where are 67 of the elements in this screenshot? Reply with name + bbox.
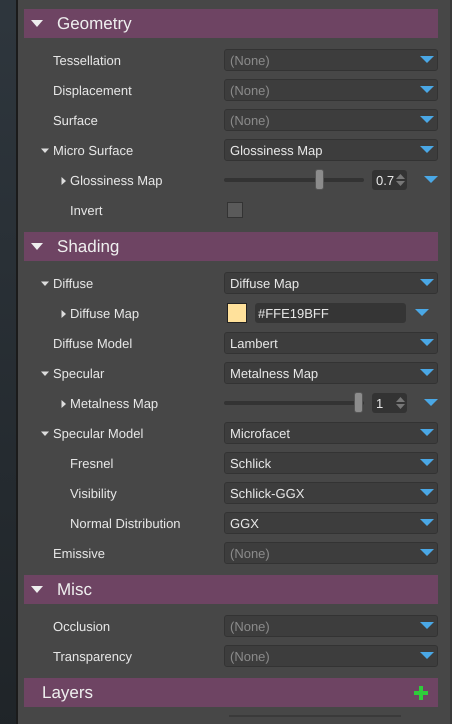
color-swatch[interactable]: [227, 303, 247, 323]
section-header[interactable]: Misc: [24, 575, 438, 604]
collapse-arrow-icon[interactable]: [41, 146, 49, 154]
number-field[interactable]: 0.7: [372, 170, 407, 190]
property-label: Glossiness Map: [70, 172, 162, 188]
property-label: Micro Surface: [53, 142, 134, 158]
dropdown-arrow-icon[interactable]: [420, 622, 434, 630]
section-header[interactable]: Shading: [24, 232, 438, 261]
collapse-arrow-icon[interactable]: [31, 242, 43, 252]
property-label: Metalness Map: [70, 396, 158, 410]
property-label: Invert: [70, 202, 103, 218]
property-label: Diffuse: [53, 276, 94, 290]
collapse-arrow-icon[interactable]: [41, 280, 49, 288]
dropdown-arrow-icon[interactable]: [420, 339, 434, 347]
expand-arrow-icon[interactable]: [60, 400, 68, 408]
dropdown-arrow-icon[interactable]: [420, 56, 434, 64]
dropdown-arrow-icon[interactable]: [420, 489, 434, 497]
collapse-arrow-icon[interactable]: [31, 584, 43, 594]
property-label: Tessellation: [53, 52, 121, 68]
collapse-arrow-icon[interactable]: [41, 370, 49, 378]
color-field[interactable]: #FFE19BFF: [255, 303, 406, 323]
add-icon[interactable]: [414, 686, 428, 700]
property-label: Fresnel: [70, 456, 114, 470]
dropdown[interactable]: Diffuse Map: [224, 272, 438, 294]
property-label: Emissive: [53, 546, 106, 560]
expand-arrow-icon[interactable]: [60, 176, 68, 184]
dropdown-arrow-icon[interactable]: [424, 176, 438, 184]
dropdown[interactable]: Metalness Map: [224, 362, 438, 384]
property-label: Diffuse Map: [70, 306, 140, 320]
property-label: Visibility: [70, 486, 117, 500]
dropdown-arrow-icon[interactable]: [420, 549, 434, 557]
spin-arrows-icon[interactable]: [396, 173, 405, 187]
dropdown-arrow-icon[interactable]: [420, 369, 434, 377]
collapse-arrow-icon[interactable]: [41, 430, 49, 438]
property-label: Occlusion: [53, 618, 110, 634]
dropdown-arrow-icon[interactable]: [415, 309, 429, 317]
dropdown-arrow-icon[interactable]: [420, 429, 434, 437]
property-label: Normal Distribution: [70, 516, 181, 530]
number-field[interactable]: 1: [372, 393, 407, 413]
property-label: Specular Model: [53, 426, 144, 440]
property-label: Surface: [53, 112, 98, 128]
dropdown[interactable]: Lambert: [224, 332, 438, 354]
dropdown-arrow-icon[interactable]: [420, 459, 434, 467]
property-label: Displacement: [53, 82, 132, 98]
property-label: Diffuse Model: [53, 336, 132, 350]
spin-arrows-icon[interactable]: [396, 396, 405, 410]
collapse-arrow-icon[interactable]: [31, 18, 43, 28]
section-header[interactable]: Layers: [24, 678, 438, 707]
dropdown[interactable]: Microfacet: [224, 422, 438, 444]
section-header[interactable]: Geometry: [24, 9, 438, 38]
slider[interactable]: [224, 169, 364, 191]
dropdown-arrow-icon[interactable]: [420, 279, 434, 287]
dropdown[interactable]: Schlick: [224, 452, 438, 474]
property-label: Transparency: [53, 648, 132, 664]
dropdown-arrow-icon[interactable]: [420, 519, 434, 527]
dropdown-arrow-icon[interactable]: [420, 146, 434, 154]
slider[interactable]: [224, 392, 364, 414]
dropdown[interactable]: Glossiness Map: [224, 139, 438, 161]
expand-arrow-icon[interactable]: [60, 310, 68, 318]
property-label: Specular: [53, 366, 104, 380]
dropdown[interactable]: GGX: [224, 512, 438, 534]
dropdown-arrow-icon[interactable]: [420, 86, 434, 94]
dropdown[interactable]: Schlick-GGX: [224, 482, 438, 504]
dropdown-arrow-icon[interactable]: [420, 652, 434, 660]
checkbox[interactable]: [227, 202, 243, 218]
dropdown-arrow-icon[interactable]: [424, 399, 438, 407]
dropdown-arrow-icon[interactable]: [420, 116, 434, 124]
